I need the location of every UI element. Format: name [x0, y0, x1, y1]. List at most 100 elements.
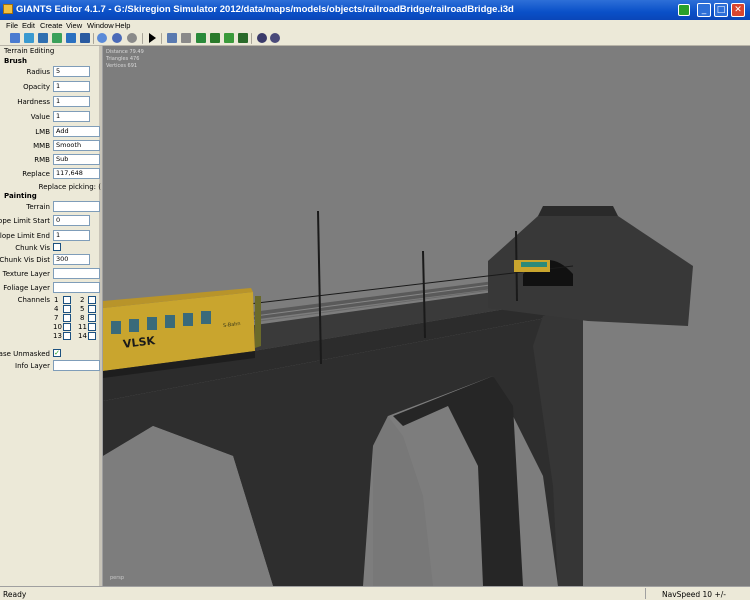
panel-title: Terrain Editing [4, 47, 55, 55]
texture-layer-input[interactable] [53, 268, 100, 279]
radius-label: Radius [26, 68, 50, 76]
channel-5-checkbox[interactable] [88, 305, 96, 313]
toolbar-separator [161, 33, 162, 44]
3d-viewport[interactable]: Distance 79.49 Triangles 476 Vertices 69… [103, 46, 750, 586]
toolbar [0, 31, 750, 46]
rmb-select[interactable]: Sub [53, 154, 100, 165]
chunk-vis-dist-input[interactable]: 300 [53, 254, 90, 265]
lmb-select[interactable]: Add [53, 126, 100, 137]
chunk-vis-dist-label: Chunk Vis Dist [0, 256, 50, 264]
status-bar: Ready NavSpeed 10 +/- [0, 586, 750, 600]
value-label: Value [30, 113, 50, 121]
redo-alt-icon[interactable] [127, 33, 137, 43]
minimize-button[interactable]: _ [697, 3, 711, 17]
title-bar: GIANTS Editor 4.1.7 - G:/Skiregion Simul… [0, 0, 750, 20]
navspeed-readout: NavSpeed 10 +/- [662, 590, 726, 599]
new-file-icon[interactable] [10, 33, 20, 43]
channel-4-label: 4 [54, 305, 59, 313]
opacity-input[interactable]: 1 [53, 81, 90, 92]
mmb-label: MMB [33, 142, 50, 150]
magnet-icon[interactable] [181, 33, 191, 43]
toolbar-separator [142, 33, 143, 44]
undo-icon[interactable] [97, 33, 107, 43]
slope-limit-start-input[interactable]: 0 [53, 215, 90, 226]
toolbar-separator [93, 33, 94, 44]
scene-render [103, 206, 693, 586]
terrain-label: Terrain [26, 203, 50, 211]
status-divider [645, 588, 646, 599]
chunk-vis-label: Chunk Vis [15, 244, 50, 252]
render-stats: Distance 79.49 Triangles 476 Vertices 69… [106, 49, 144, 69]
mmb-select[interactable]: Smooth [53, 140, 100, 151]
foliage-layer-input[interactable] [53, 282, 100, 293]
window-title: GIANTS Editor 4.1.7 - G:/Skiregion Simul… [16, 4, 514, 15]
channel-5-label: 5 [80, 305, 85, 313]
chunk-vis-checkbox[interactable] [53, 243, 61, 251]
status-text: Ready [3, 590, 27, 599]
foliage-layer-label: Foliage Layer [3, 284, 50, 292]
channels-label: Channels [17, 296, 50, 304]
terrain-raise-icon[interactable] [196, 33, 206, 43]
terrain-paint-icon[interactable] [210, 33, 220, 43]
info-layer-label: Info Layer [15, 362, 50, 370]
replace-label: Replace [22, 170, 50, 178]
settings-icon[interactable] [270, 33, 280, 43]
channel-2-label: 2 [80, 296, 85, 304]
play-icon[interactable] [149, 33, 156, 43]
channel-13-checkbox[interactable] [63, 332, 71, 340]
radius-input[interactable]: 5 [53, 66, 90, 77]
channel-8-checkbox[interactable] [88, 314, 96, 322]
hardness-label: Hardness [17, 98, 50, 106]
tray-icon[interactable] [678, 4, 690, 16]
texture-layer-label: Texture Layer [2, 270, 50, 278]
menu-edit[interactable]: Edit [22, 21, 35, 30]
brush-heading: Brush [4, 57, 27, 65]
channel-10-checkbox[interactable] [63, 323, 71, 331]
channel-7-label: 7 [54, 314, 59, 322]
save-icon[interactable] [38, 33, 48, 43]
channel-11-label: 11 [78, 323, 87, 331]
menu-create[interactable]: Create [40, 21, 63, 30]
menu-help[interactable]: Help [115, 21, 130, 30]
slope-limit-start-label: Slope Limit Start [0, 217, 50, 225]
save-as-icon[interactable] [52, 33, 62, 43]
terrain-editing-panel: Terrain Editing Brush Radius 5 Opacity 1… [0, 46, 103, 586]
camera-label: persp [110, 575, 125, 581]
hardness-input[interactable]: 1 [53, 96, 90, 107]
redo-icon[interactable] [112, 33, 122, 43]
channel-14-checkbox[interactable] [88, 332, 96, 340]
erase-unmasked-label: Erase Unmasked [0, 350, 50, 358]
foliage-icon[interactable] [224, 33, 234, 43]
maximize-button[interactable]: □ [714, 3, 728, 17]
lmb-label: LMB [35, 128, 50, 136]
menu-window[interactable]: Window [87, 21, 114, 30]
close-button[interactable]: ✕ [731, 3, 745, 17]
toolbar-separator [251, 33, 252, 44]
menu-file[interactable]: File [6, 21, 18, 30]
value-input[interactable]: 1 [53, 111, 90, 122]
replace-input[interactable]: 117,648 [53, 168, 100, 179]
import-icon[interactable] [80, 33, 90, 43]
channel-11-checkbox[interactable] [88, 323, 96, 331]
channel-1-label: 1 [54, 296, 59, 304]
channel-2-checkbox[interactable] [88, 296, 96, 304]
app-icon [3, 4, 13, 14]
channel-14-label: 14 [78, 332, 87, 340]
arch-opening-middle [373, 416, 433, 586]
open-file-icon[interactable] [24, 33, 34, 43]
channel-1-checkbox[interactable] [63, 296, 71, 304]
erase-unmasked-checkbox[interactable]: ✓ [53, 349, 61, 357]
tree-icon[interactable] [238, 33, 248, 43]
export-icon[interactable] [66, 33, 76, 43]
terrain-input[interactable] [53, 201, 100, 212]
slope-limit-end-label: Slope Limit End [0, 232, 50, 240]
info-layer-input[interactable] [53, 360, 100, 371]
opacity-label: Opacity [23, 83, 50, 91]
channel-4-checkbox[interactable] [63, 305, 71, 313]
slope-limit-end-input[interactable]: 1 [53, 230, 90, 241]
rmb-label: RMB [34, 156, 50, 164]
channel-7-checkbox[interactable] [63, 314, 71, 322]
home-icon[interactable] [167, 33, 177, 43]
gear-icon[interactable] [257, 33, 267, 43]
menu-view[interactable]: View [66, 21, 82, 30]
